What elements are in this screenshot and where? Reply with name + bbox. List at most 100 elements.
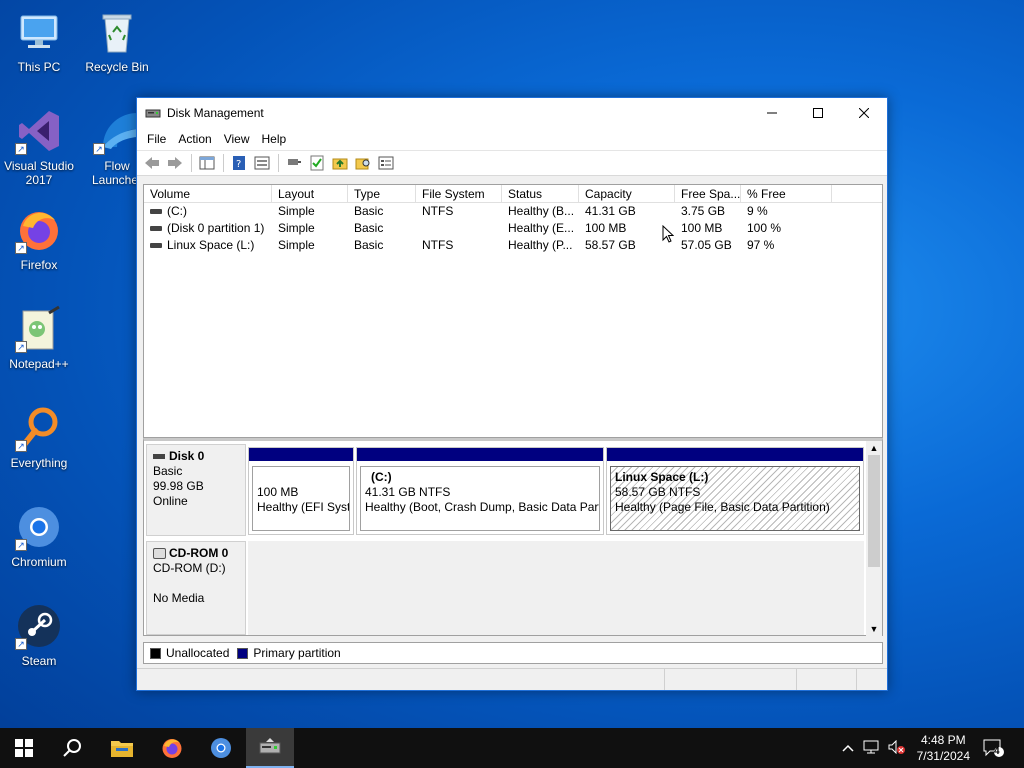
taskbar-chromium[interactable] (197, 728, 245, 768)
search-button[interactable] (48, 728, 96, 768)
up-level-button[interactable] (329, 153, 351, 173)
primary-partition-bar (607, 448, 863, 461)
column-header-free-space[interactable]: Free Spa... (675, 185, 741, 202)
desktop-icon-this-pc[interactable]: This PC (0, 8, 78, 74)
disk-management-window[interactable]: Disk Management File Action View Help ? (136, 97, 888, 691)
percent-free-cell: 97 % (747, 238, 775, 252)
disk-drive-icon (153, 454, 165, 460)
partition-status: Healthy (Boot, Crash Dump, Basic Data Pa… (365, 500, 600, 514)
menu-file[interactable]: File (141, 132, 172, 146)
disk-status: Online (153, 494, 188, 508)
shortcut-arrow-icon: ↗ (15, 638, 27, 650)
disk-name-row: Disk 0 (153, 449, 239, 464)
menu-view[interactable]: View (218, 132, 256, 146)
taskbar-disk-management[interactable] (246, 728, 294, 768)
legend-unallocated-label: Unallocated (166, 646, 230, 660)
minimize-button[interactable] (749, 98, 795, 128)
volume-name: (Disk 0 partition 1) (167, 221, 265, 235)
title-bar[interactable]: Disk Management (137, 98, 887, 128)
type-cell: Basic (354, 204, 384, 218)
menu-action[interactable]: Action (172, 132, 217, 146)
primary-partition-swatch (237, 647, 249, 659)
partition-status: Healthy (EFI Syste (257, 500, 350, 514)
checklist-button[interactable] (306, 153, 328, 173)
visual-studio-icon: ↗ (15, 107, 63, 155)
shortcut-arrow-icon: ↗ (15, 539, 27, 551)
shortcut-arrow-icon: ↗ (93, 143, 105, 155)
scroll-up-arrow-icon[interactable]: ▲ (866, 441, 882, 455)
column-header-capacity[interactable]: Capacity (579, 185, 675, 202)
column-header-file-system[interactable]: File System (416, 185, 502, 202)
list-view-button[interactable] (375, 153, 397, 173)
disk-0-label[interactable]: Disk 0 Basic 99.98 GB Online (146, 444, 246, 536)
desktop-icon-everything[interactable]: ↗ Everything (0, 404, 78, 470)
scrollbar-thumb[interactable] (868, 455, 880, 567)
window-title: Disk Management (167, 106, 264, 120)
free-space-cell: 57.05 GB (681, 238, 732, 252)
volume-icon (150, 226, 162, 232)
network-tray-button[interactable] (863, 740, 879, 757)
partition-size: 100 MB (257, 485, 299, 499)
toolbar-separator (223, 154, 224, 172)
volume-list-header: Volume Layout Type File System Status Ca… (144, 185, 882, 203)
taskbar-firefox[interactable] (148, 728, 196, 768)
up-folder-icon (332, 158, 348, 170)
show-hidden-icons-button[interactable] (842, 740, 854, 755)
table-row[interactable]: (C:) Simple Basic NTFS Healthy (B... 41.… (144, 203, 882, 220)
close-button[interactable] (841, 98, 887, 128)
file-system-cell: NTFS (422, 204, 454, 218)
action-center-button[interactable]: 4 (968, 728, 1018, 768)
column-header-status[interactable]: Status (502, 185, 579, 202)
maximize-button[interactable] (795, 98, 841, 128)
capacity-cell: 41.31 GB (585, 204, 636, 218)
steam-icon: ↗ (15, 602, 63, 650)
scroll-down-arrow-icon[interactable]: ▼ (866, 622, 882, 636)
percent-free-cell: 100 % (747, 221, 782, 235)
desktop-icon-visual-studio[interactable]: ↗ Visual Studio 2017 (0, 107, 78, 187)
partition-c[interactable]: (C:) 41.31 GB NTFS Healthy (Boot, Crash … (356, 447, 604, 535)
chevron-up-icon (842, 744, 854, 752)
desktop-icon-recycle-bin[interactable]: Recycle Bin (78, 8, 156, 74)
column-header-volume[interactable]: Volume (144, 185, 272, 202)
windows-logo-icon (15, 739, 33, 757)
desktop-icon-steam[interactable]: ↗ Steam (0, 602, 78, 668)
toolbar-separator (278, 154, 279, 172)
desktop-icon-notepad-plus-plus[interactable]: ↗ Notepad++ (0, 305, 78, 371)
column-header-percent-free[interactable]: % Free (741, 185, 832, 202)
start-button[interactable] (0, 728, 48, 768)
disk-graphical-view[interactable]: Disk 0 Basic 99.98 GB Online 100 MB Heal… (143, 438, 883, 636)
show-hide-console-tree-button[interactable] (196, 153, 218, 173)
help-book-icon: ? (233, 156, 245, 170)
status-pane-secondary (665, 669, 797, 690)
table-row[interactable]: Linux Space (L:) Simple Basic NTFS Healt… (144, 237, 882, 254)
menu-help[interactable]: Help (256, 132, 293, 146)
desktop-icon-label: Steam (21, 654, 57, 668)
volume-tray-button[interactable] (888, 739, 906, 757)
search-folder-button[interactable] (352, 153, 374, 173)
taskbar-file-explorer[interactable] (98, 728, 146, 768)
desktop-icon-firefox[interactable]: ↗ Firefox (0, 206, 78, 272)
menu-bar: File Action View Help (137, 128, 887, 150)
cdrom-0-label[interactable]: CD-ROM 0 CD-ROM (D:) No Media (146, 541, 246, 635)
partition-body: Linux Space (L:) 58.57 GB NTFS Healthy (… (610, 466, 860, 531)
table-row[interactable]: (Disk 0 partition 1) Simple Basic Health… (144, 220, 882, 237)
help-button[interactable]: ? (228, 153, 250, 173)
desktop-icon-label: This PC (17, 60, 61, 74)
vertical-scrollbar[interactable]: ▲ ▼ (866, 441, 882, 636)
forward-button[interactable] (164, 153, 186, 173)
column-header-type[interactable]: Type (348, 185, 416, 202)
properties-view-button[interactable] (251, 153, 273, 173)
back-button[interactable] (141, 153, 163, 173)
system-clock[interactable]: 4:48 PM 7/31/2024 (917, 732, 970, 764)
connect-button[interactable] (283, 153, 305, 173)
cdrom-status: No Media (153, 591, 205, 605)
firefox-icon: ↗ (15, 206, 63, 254)
file-system-cell: NTFS (422, 238, 454, 252)
partition-efi[interactable]: 100 MB Healthy (EFI Syste (248, 447, 354, 535)
partition-linux-space[interactable]: Linux Space (L:) 58.57 GB NTFS Healthy (… (606, 447, 864, 535)
column-header-layout[interactable]: Layout (272, 185, 348, 202)
volume-list[interactable]: Volume Layout Type File System Status Ca… (143, 184, 883, 438)
cdrom-empty-area (248, 541, 864, 635)
cd-drive-icon (153, 548, 166, 560)
desktop-icon-chromium[interactable]: ↗ Chromium (0, 503, 78, 569)
